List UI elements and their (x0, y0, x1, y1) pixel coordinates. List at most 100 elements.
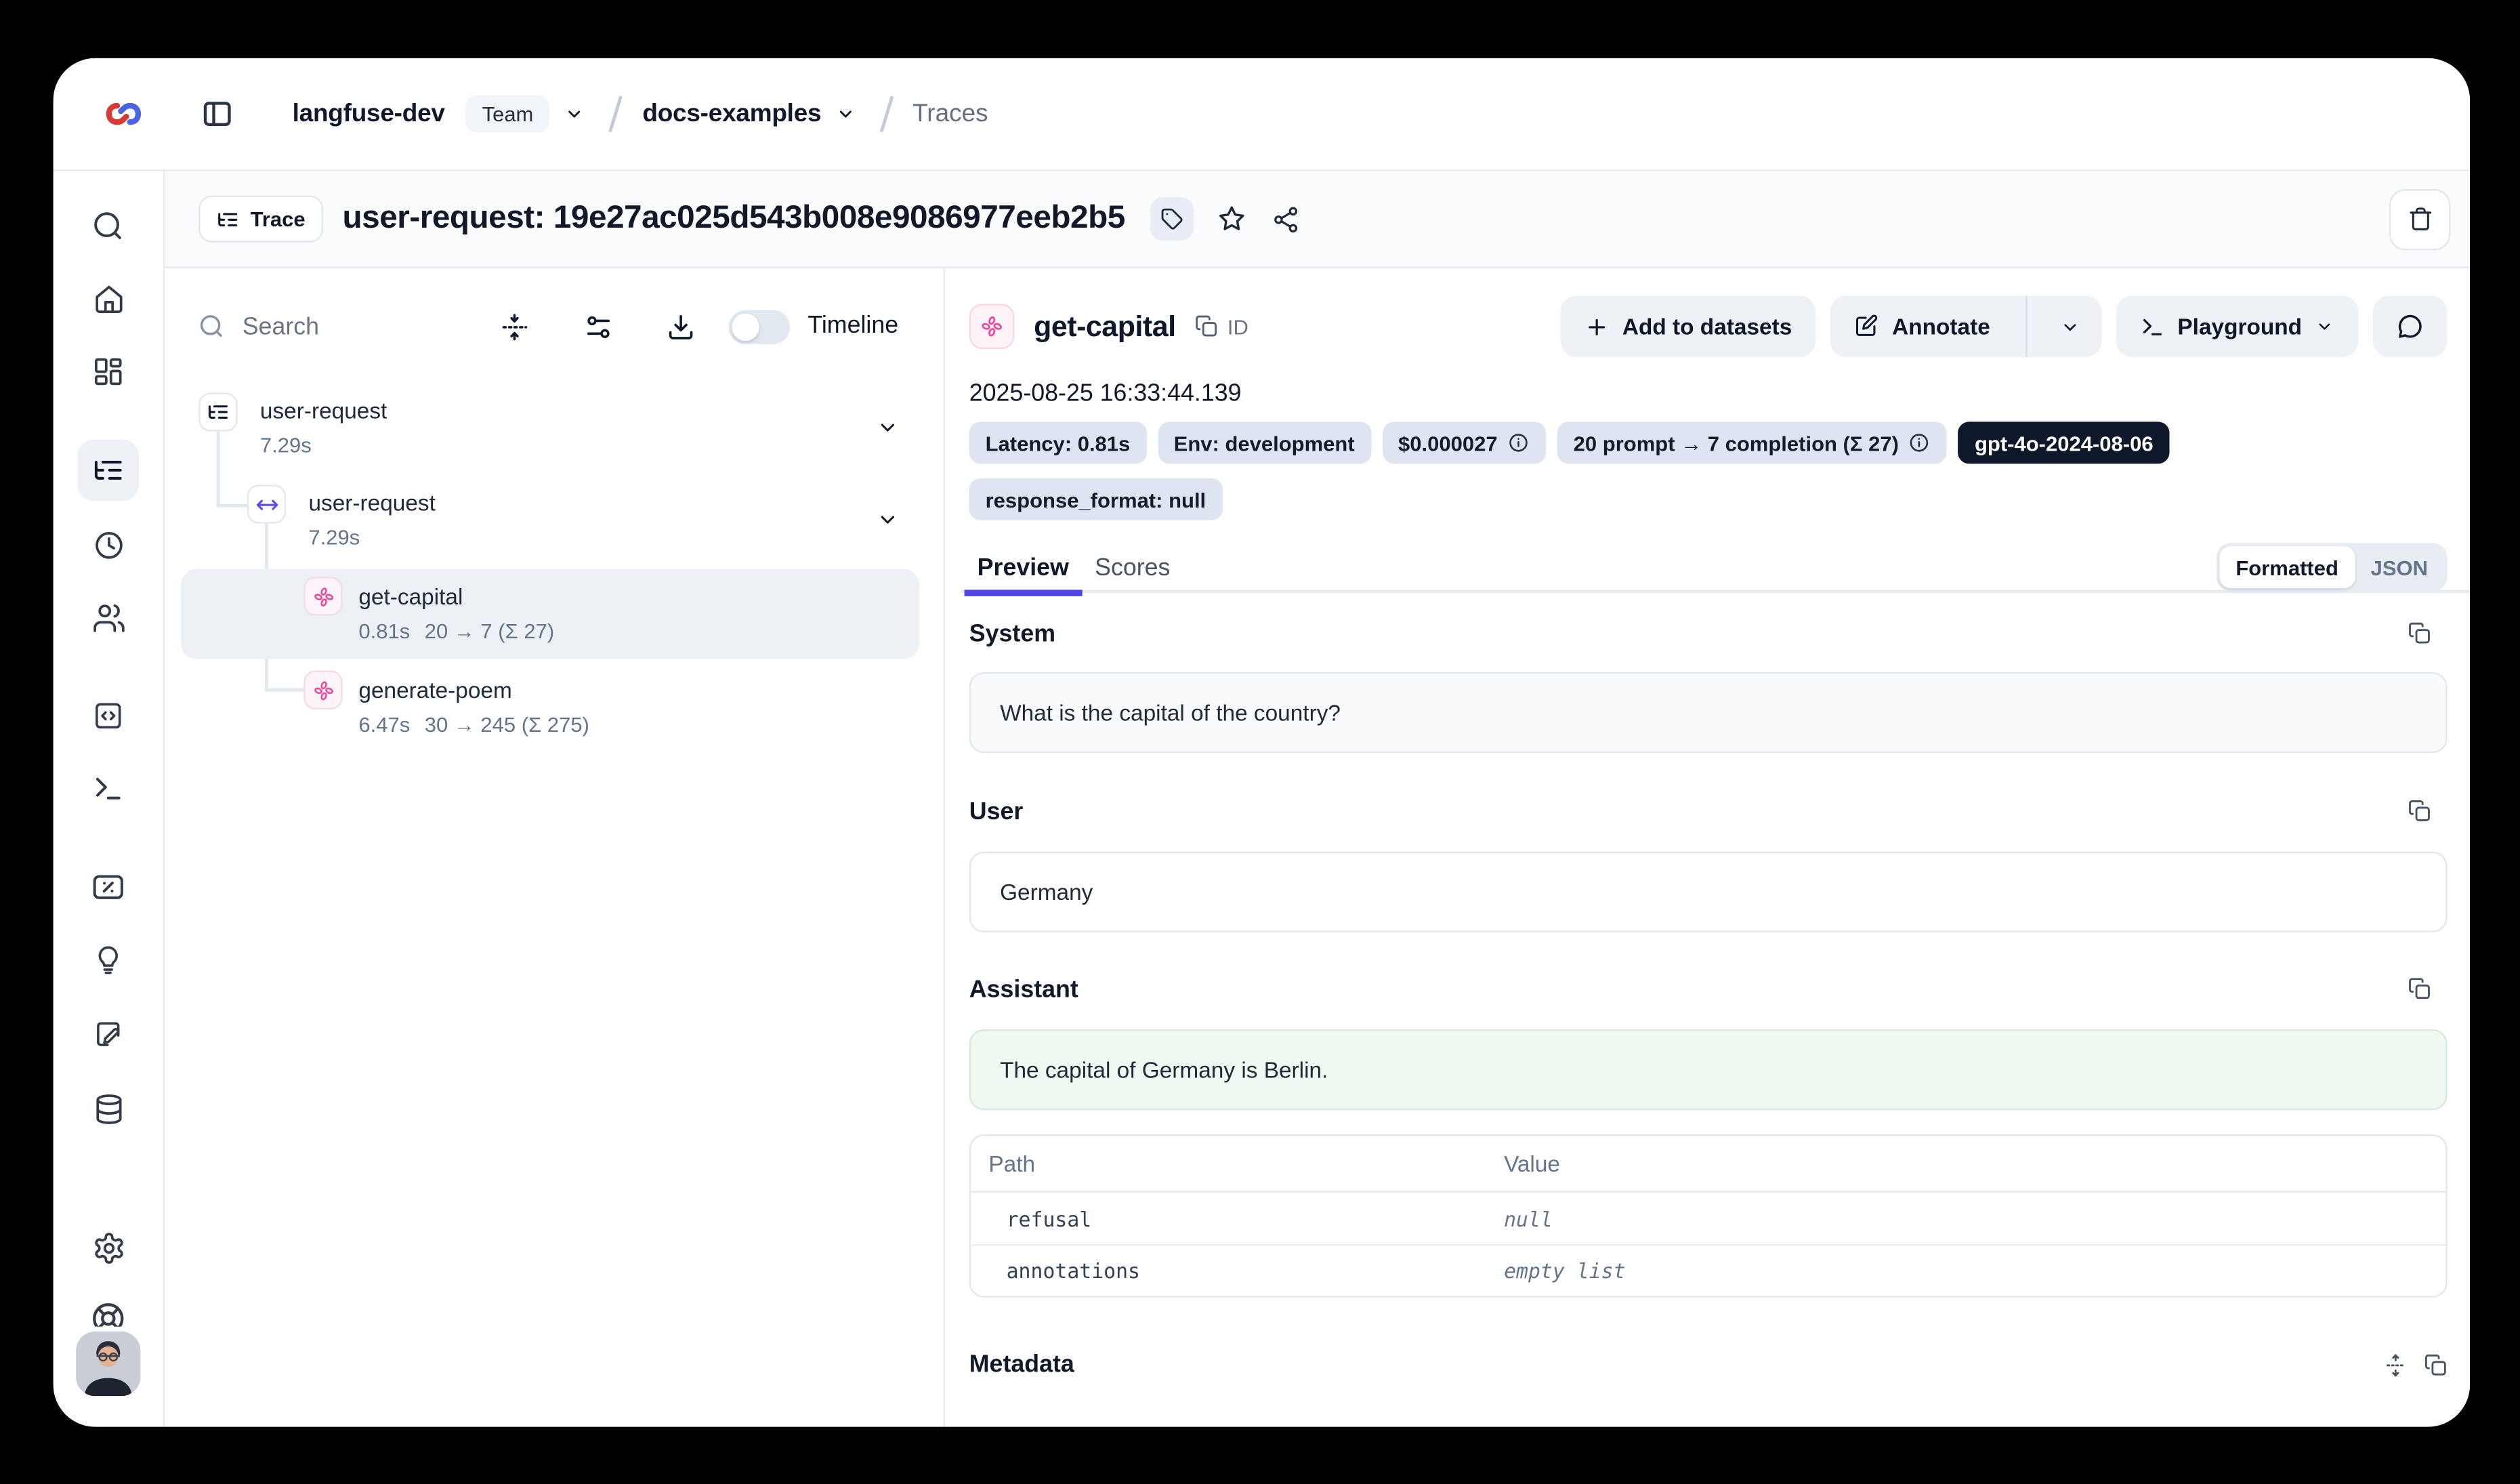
token-usage-badge[interactable]: 20 prompt → 7 completion (Σ 27) (1557, 421, 1948, 463)
view-json-option[interactable]: JSON (2355, 546, 2444, 588)
tab-preview[interactable]: Preview (965, 543, 1082, 593)
path-value-table: Path Value refusal null annotations empt… (969, 1134, 2448, 1298)
langfuse-logo-icon[interactable] (102, 92, 145, 136)
table-row: annotations empty list (971, 1244, 2445, 1296)
observation-timestamp: 2025-08-25 16:33:44.139 (969, 379, 1242, 407)
annotate-split-button: Annotate (1830, 295, 2101, 357)
copy-system-icon[interactable] (2407, 621, 2433, 646)
copy-metadata-icon[interactable] (2423, 1352, 2449, 1378)
view-mode-toggle: Formatted JSON (2217, 543, 2448, 592)
org-chevron-down-icon[interactable] (564, 104, 585, 125)
tabs-row: Preview Scores Formatted JSON (961, 543, 2470, 593)
annotate-button[interactable]: Annotate (1830, 295, 2013, 357)
id-label[interactable]: ID (1227, 314, 1248, 339)
tree-row-duration: 6.47s (358, 713, 410, 737)
system-message-box: What is the capital of the country? (969, 672, 2448, 753)
tag-button[interactable] (1151, 197, 1194, 241)
user-avatar[interactable] (76, 1332, 140, 1396)
breadcrumb-divider (881, 96, 894, 131)
search-nav-icon[interactable] (87, 205, 129, 247)
user-section-label: User (969, 798, 1024, 825)
prompts-nav-icon[interactable] (87, 695, 129, 737)
dashboard-nav-icon[interactable] (87, 350, 129, 392)
org-name[interactable]: langfuse-dev (293, 100, 445, 129)
tree-row-duration: 0.81s (358, 619, 410, 643)
project-name[interactable]: docs-examples (642, 100, 821, 129)
home-nav-icon[interactable] (87, 278, 129, 320)
span-node-icon[interactable] (247, 485, 286, 523)
tree-connector (265, 688, 303, 691)
table-header-row: Path Value (971, 1136, 2445, 1192)
playground-terminal-nav-icon[interactable] (87, 768, 129, 810)
copy-assistant-icon[interactable] (2407, 976, 2433, 1002)
add-to-datasets-button[interactable]: Add to datasets (1561, 295, 1816, 357)
button-divider (2025, 295, 2027, 357)
model-badge[interactable]: gpt-4o-2024-08-06 (1958, 421, 2169, 463)
evals-percent-nav-icon[interactable] (87, 866, 129, 908)
info-icon (1507, 432, 1530, 454)
timeline-label: Timeline (807, 312, 898, 339)
trace-tree-panel: Timeline user-request 7.29s (165, 268, 945, 1427)
latency-badge: Latency: 0.81s (969, 421, 1146, 463)
project-chevron-down-icon[interactable] (836, 104, 857, 125)
tree-row-label-selected[interactable]: get-capital (358, 583, 463, 609)
trace-type-badge: Trace (198, 196, 323, 243)
tab-scores[interactable]: Scores (1082, 543, 1183, 593)
breadcrumb-divider (609, 96, 622, 131)
tree-row-collapse-chevron[interactable] (875, 508, 900, 532)
table-row: refusal null (971, 1193, 2445, 1244)
breadcrumb-section[interactable]: Traces (912, 100, 988, 129)
tag-icon (1160, 207, 1185, 231)
top-bar: langfuse-dev Team docs-examples Traces (54, 58, 2470, 171)
copy-id-icon[interactable] (1194, 314, 1219, 339)
share-button[interactable] (1269, 201, 1304, 236)
assistant-section-label: Assistant (969, 975, 1078, 1003)
trace-node-icon[interactable] (198, 392, 237, 431)
observation-title: get-capital (1034, 310, 1175, 344)
view-formatted-option[interactable]: Formatted (2220, 546, 2355, 588)
users-nav-icon[interactable] (87, 596, 129, 638)
metadata-section-header: Metadata (969, 1351, 2449, 1379)
sessions-clock-nav-icon[interactable] (87, 524, 129, 566)
tree-row-metrics: 20 → 7 (Σ 27) (425, 619, 554, 643)
comments-button[interactable] (2373, 295, 2448, 357)
playground-button[interactable]: Playground (2116, 295, 2359, 357)
assistant-message-box: The capital of Germany is Berlin. (969, 1029, 2448, 1110)
copy-user-icon[interactable] (2407, 798, 2433, 824)
delete-trace-button[interactable] (2389, 188, 2451, 250)
support-lifebuoy-nav-icon[interactable] (87, 1299, 129, 1327)
info-icon (1908, 432, 1931, 454)
tree-search-input[interactable] (243, 304, 469, 349)
org-type-badge: Team (466, 96, 550, 133)
tree-row-label[interactable]: user-request (260, 398, 387, 424)
star-icon (1217, 203, 1247, 234)
tree-row-selected-highlight (181, 569, 919, 659)
sidebar-toggle-icon[interactable] (198, 96, 234, 131)
timeline-toggle[interactable] (728, 310, 790, 344)
plus-icon (1585, 314, 1610, 339)
tracing-nav-icon-active[interactable] (77, 440, 139, 501)
annotation-queues-nav-icon[interactable] (87, 1013, 129, 1055)
metric-badges: Latency: 0.81s Env: development $0.00002… (969, 421, 2406, 520)
generation-node-icon[interactable] (303, 671, 342, 709)
collapse-all-icon[interactable] (499, 312, 530, 342)
system-section-label: System (969, 619, 1055, 647)
cost-badge[interactable]: $0.000027 (1382, 421, 1546, 463)
favorite-star-button[interactable] (1214, 201, 1249, 236)
tree-row-metrics: 30 → 245 (Σ 275) (425, 713, 589, 737)
download-icon[interactable] (665, 312, 696, 342)
trash-icon (2406, 205, 2434, 233)
message-bubble-icon (2395, 312, 2424, 341)
datasets-database-nav-icon[interactable] (87, 1088, 129, 1130)
generation-node-icon[interactable] (303, 577, 342, 615)
filter-settings-icon[interactable] (583, 312, 614, 342)
tree-row-duration: 7.29s (308, 525, 360, 550)
lightbulb-nav-icon[interactable] (87, 939, 129, 981)
tree-row-collapse-chevron[interactable] (875, 415, 900, 440)
settings-gear-nav-icon[interactable] (87, 1227, 129, 1269)
annotate-dropdown-chevron[interactable] (2040, 295, 2102, 357)
tree-row-label[interactable]: generate-poem (358, 677, 511, 703)
expand-metadata-icon[interactable] (2382, 1352, 2408, 1378)
tree-row-label[interactable]: user-request (308, 490, 435, 516)
tree-search-icon (197, 312, 226, 341)
